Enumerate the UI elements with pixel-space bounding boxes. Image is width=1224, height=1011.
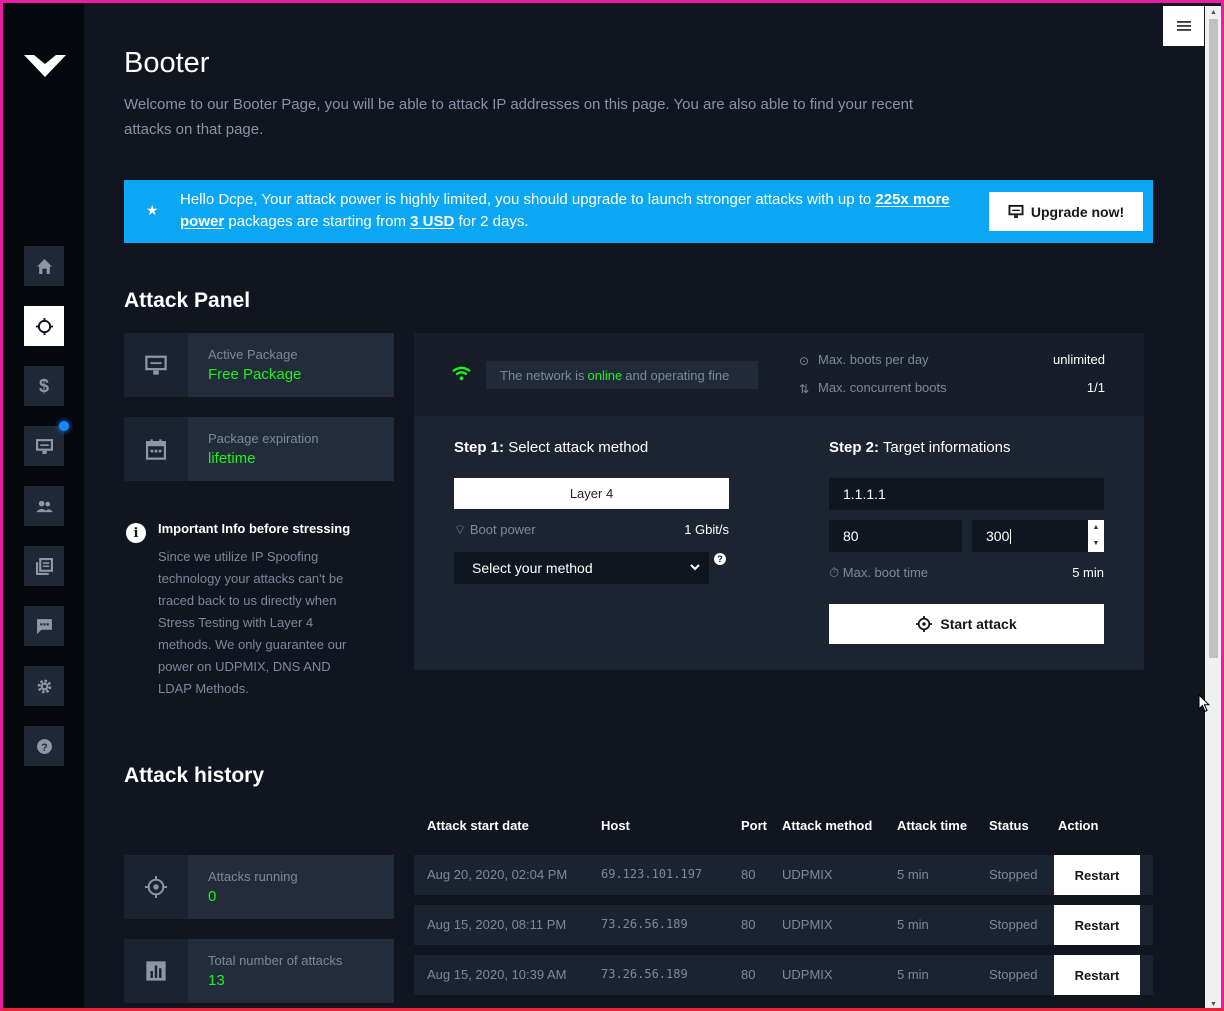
star-icon: ★ xyxy=(146,202,159,218)
active-package-value: Free Package xyxy=(208,366,302,383)
upgrade-banner: ★ Hello Dcpe, Your attack power is highl… xyxy=(124,180,1153,243)
column-header-host: Host xyxy=(601,818,630,833)
attack-history-title: Attack history xyxy=(124,764,265,787)
network-online: online xyxy=(587,367,623,383)
page-description: Welcome to our Booter Page, you will be … xyxy=(124,96,914,138)
sidebar-item-help[interactable]: ? xyxy=(24,726,64,766)
table-row: Aug 15, 2020, 10:39 AM 73.26.56.189 80 U… xyxy=(414,955,1153,995)
step1-title: Step 1: Select attack method xyxy=(454,439,649,456)
browser-frame: $ ? Booter Welcome to our Booter Page, y… xyxy=(0,0,1224,1011)
max-boot-time: ⏱ Max. boot time 5 min xyxy=(829,565,1104,580)
sidebar-item-pricing[interactable]: $ xyxy=(24,366,64,406)
table-row: Aug 15, 2020, 08:11 PM 73.26.56.189 80 U… xyxy=(414,905,1153,945)
sidebar-item-users[interactable] xyxy=(24,486,64,526)
banner-message: Hello Dcpe, Your attack power is highly … xyxy=(180,191,950,230)
info-icon: i xyxy=(126,523,146,543)
upgrade-label: Upgrade now! xyxy=(1030,203,1125,220)
attack-panel-title: Attack Panel xyxy=(124,289,251,312)
chat-icon xyxy=(36,618,52,634)
dollar-icon: $ xyxy=(38,375,49,396)
calendar-icon xyxy=(145,439,167,460)
host-input[interactable]: 1.1.1.1 xyxy=(829,478,1104,510)
time-input[interactable]: 300 ▲ ▼ xyxy=(972,520,1104,552)
boot-power: ⌔ Boot power 1 Gbit/s xyxy=(454,522,729,537)
column-header-date: Attack start date xyxy=(427,818,529,833)
total-attacks-card: Total number of attacks 13 xyxy=(124,939,394,1003)
method-select[interactable]: Select your method xyxy=(454,552,709,584)
sort-icon: ⇅ xyxy=(799,382,810,396)
layer-select-button[interactable]: Layer 4 xyxy=(454,478,729,509)
attacks-running-card: Attacks running 0 xyxy=(124,855,394,919)
wifi-icon: ⌔ xyxy=(454,522,467,537)
restart-button[interactable]: Restart xyxy=(1054,955,1140,995)
page-title: Booter xyxy=(124,47,210,79)
attack-panel: The network is online and operating fine… xyxy=(414,333,1144,670)
scrollbar[interactable]: ▲ ▼ xyxy=(1205,6,1221,1008)
notification-dot xyxy=(59,421,69,431)
column-header-status: Status xyxy=(989,818,1029,833)
column-header-action: Action xyxy=(1058,818,1099,833)
port-input[interactable]: 80 xyxy=(829,520,962,552)
book-icon xyxy=(35,557,53,575)
mouse-cursor-icon xyxy=(1198,694,1210,713)
menu-button[interactable] xyxy=(1163,6,1204,46)
sidebar-item-docs[interactable] xyxy=(24,546,64,586)
time-stepper[interactable]: ▲ ▼ xyxy=(1088,520,1104,552)
scroll-up-icon[interactable]: ▲ xyxy=(1205,6,1221,19)
network-status: The network is online and operating fine xyxy=(486,361,758,389)
crosshair-icon xyxy=(916,616,933,632)
main-content: Booter Welcome to our Booter Page, you w… xyxy=(84,3,1204,1008)
gear-icon xyxy=(37,679,51,693)
monitor-icon xyxy=(1008,204,1024,219)
sidebar-item-booter[interactable] xyxy=(24,306,64,346)
users-icon xyxy=(35,500,53,512)
crosshair-icon xyxy=(145,876,167,898)
chevron-down-icon xyxy=(690,564,700,571)
svg-text:?: ? xyxy=(41,741,47,753)
crosshair-icon xyxy=(35,317,53,335)
package-expiration-card: Package expiration lifetime xyxy=(124,417,394,481)
sidebar-item-chat[interactable] xyxy=(24,606,64,646)
method-help-icon[interactable]: ? xyxy=(714,553,726,565)
step2-title: Step 2: Target informations xyxy=(829,439,1011,456)
monitor-icon xyxy=(35,438,53,454)
panel-status-bar: The network is online and operating fine… xyxy=(414,333,1144,416)
total-attacks-value: 13 xyxy=(208,972,225,989)
package-expiration-value: lifetime xyxy=(208,450,256,467)
logo-icon[interactable] xyxy=(24,52,66,78)
timer-icon: ⏱ xyxy=(829,565,840,580)
target-icon: ⊙ xyxy=(799,354,810,368)
scroll-down-icon[interactable]: ▼ xyxy=(1205,998,1221,1008)
price-link[interactable]: 3 USD xyxy=(410,213,454,230)
hamburger-icon xyxy=(1176,21,1191,31)
upgrade-button[interactable]: Upgrade now! xyxy=(989,192,1143,231)
bar-chart-icon xyxy=(146,961,166,981)
column-header-time: Attack time xyxy=(897,818,968,833)
column-header-method: Attack method xyxy=(782,818,873,833)
scrollbar-thumb[interactable] xyxy=(1209,19,1218,658)
start-attack-button[interactable]: Start attack xyxy=(829,604,1104,644)
sidebar: $ ? xyxy=(3,3,84,1008)
wifi-icon xyxy=(452,366,471,381)
restart-button[interactable]: Restart xyxy=(1054,905,1140,945)
boot-limits: ⊙ Max. boots per day unlimited ⇅ Max. co… xyxy=(799,352,1105,396)
monitor-icon xyxy=(145,355,167,375)
sidebar-item-home[interactable] xyxy=(24,246,64,286)
column-header-port: Port xyxy=(741,818,767,833)
home-icon xyxy=(36,258,52,274)
sidebar-item-settings[interactable] xyxy=(24,666,64,706)
table-row: Aug 20, 2020, 02:04 PM 69.123.101.197 80… xyxy=(414,855,1153,895)
attacks-running-value: 0 xyxy=(208,888,217,905)
sidebar-item-packages[interactable] xyxy=(24,426,64,466)
active-package-card: Active Package Free Package xyxy=(124,333,394,397)
restart-button[interactable]: Restart xyxy=(1054,855,1140,895)
help-icon: ? xyxy=(36,738,52,754)
